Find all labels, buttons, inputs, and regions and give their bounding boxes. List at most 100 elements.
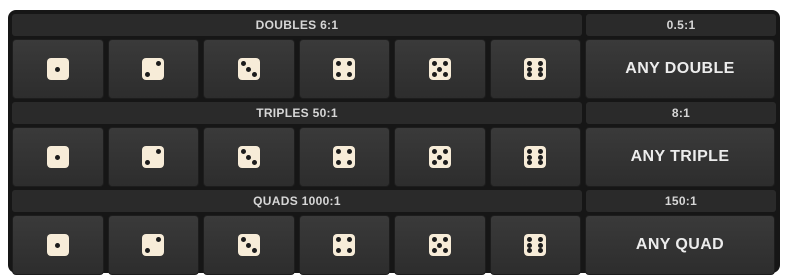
quads-four-bet-button[interactable] bbox=[298, 215, 390, 275]
quads-payout-header: QUADS 1000:1 bbox=[12, 190, 582, 212]
doubles-payout-header: DOUBLES 6:1 bbox=[12, 14, 582, 36]
die-pip bbox=[240, 237, 246, 242]
any-doubles-bet-button[interactable]: ANY DOUBLE bbox=[585, 39, 775, 99]
bet-board: DOUBLES 6:1 0.5:1 ANY DOUBLE TRIPLES 50:1 8:… bbox=[8, 10, 780, 275]
die-pip bbox=[437, 66, 443, 72]
quads-bet-row: ANY QUAD bbox=[12, 215, 776, 275]
die-pip bbox=[538, 160, 544, 165]
die-pip bbox=[527, 248, 533, 253]
die-pip bbox=[437, 154, 443, 160]
die-pip bbox=[527, 72, 533, 77]
any-triples-bet-button[interactable]: ANY TRIPLE bbox=[585, 127, 775, 187]
doubles-section: DOUBLES 6:1 0.5:1 ANY DOUBLE bbox=[12, 14, 776, 102]
die-pip bbox=[240, 61, 246, 66]
quads-three-bet-button[interactable] bbox=[203, 215, 295, 275]
die-two-icon bbox=[142, 234, 165, 256]
die-pip bbox=[336, 72, 342, 77]
die-pip bbox=[55, 242, 61, 248]
die-pip bbox=[336, 61, 342, 66]
doubles-two-bet-button[interactable] bbox=[107, 39, 199, 99]
die-pip bbox=[538, 237, 544, 242]
die-pip bbox=[156, 237, 162, 242]
die-pip bbox=[431, 160, 437, 165]
die-pip bbox=[55, 154, 61, 160]
die-six-icon bbox=[524, 234, 547, 256]
die-pip bbox=[347, 72, 353, 77]
die-pip bbox=[336, 149, 342, 154]
die-pip bbox=[527, 149, 533, 154]
die-pip bbox=[347, 149, 353, 154]
doubles-four-bet-button[interactable] bbox=[298, 39, 390, 99]
die-pip bbox=[527, 61, 533, 66]
die-one-icon bbox=[46, 58, 69, 80]
doubles-six-bet-button[interactable] bbox=[489, 39, 581, 99]
die-pip bbox=[145, 160, 151, 165]
triples-two-bet-button[interactable] bbox=[107, 127, 199, 187]
die-four-icon bbox=[333, 234, 356, 256]
die-pip bbox=[538, 248, 544, 253]
die-pip bbox=[442, 149, 448, 154]
die-pip bbox=[336, 237, 342, 242]
triples-six-bet-button[interactable] bbox=[489, 127, 581, 187]
triples-four-bet-button[interactable] bbox=[298, 127, 390, 187]
die-pip bbox=[347, 61, 353, 66]
any-triples-odds: 8:1 bbox=[586, 102, 776, 124]
die-pip bbox=[538, 72, 544, 77]
triples-bet-row: ANY TRIPLE bbox=[12, 127, 776, 187]
doubles-one-bet-button[interactable] bbox=[12, 39, 104, 99]
triples-three-bet-button[interactable] bbox=[203, 127, 295, 187]
die-pip bbox=[527, 154, 533, 160]
die-pip bbox=[336, 248, 342, 253]
die-two-icon bbox=[142, 146, 165, 168]
die-pip bbox=[527, 242, 533, 248]
die-five-icon bbox=[428, 234, 451, 256]
die-pip bbox=[347, 248, 353, 253]
die-pip bbox=[437, 242, 443, 248]
die-pip bbox=[431, 72, 437, 77]
doubles-bet-row: ANY DOUBLE bbox=[12, 39, 776, 99]
quads-header-row: QUADS 1000:1 150:1 bbox=[12, 190, 776, 212]
die-pip bbox=[347, 160, 353, 165]
quads-two-bet-button[interactable] bbox=[107, 215, 199, 275]
any-doubles-odds: 0.5:1 bbox=[586, 14, 776, 36]
any-quads-bet-button[interactable]: ANY QUAD bbox=[585, 215, 775, 275]
triples-five-bet-button[interactable] bbox=[394, 127, 486, 187]
any-quads-odds: 150:1 bbox=[586, 190, 776, 212]
die-pip bbox=[347, 237, 353, 242]
doubles-three-bet-button[interactable] bbox=[203, 39, 295, 99]
die-pip bbox=[55, 66, 61, 72]
die-pip bbox=[246, 242, 252, 248]
quads-section: QUADS 1000:1 150:1 ANY QUAD bbox=[12, 190, 776, 278]
die-pip bbox=[538, 61, 544, 66]
die-pip bbox=[251, 248, 257, 253]
triples-payout-header: TRIPLES 50:1 bbox=[12, 102, 582, 124]
die-pip bbox=[156, 61, 162, 66]
die-pip bbox=[538, 154, 544, 160]
die-pip bbox=[336, 160, 342, 165]
die-pip bbox=[442, 160, 448, 165]
quads-one-bet-button[interactable] bbox=[12, 215, 104, 275]
die-pip bbox=[246, 66, 252, 72]
die-pip bbox=[538, 149, 544, 154]
doubles-header-row: DOUBLES 6:1 0.5:1 bbox=[12, 14, 776, 36]
die-pip bbox=[538, 66, 544, 72]
die-two-icon bbox=[142, 58, 165, 80]
die-four-icon bbox=[333, 58, 356, 80]
die-pip bbox=[431, 248, 437, 253]
die-pip bbox=[251, 160, 257, 165]
die-pip bbox=[431, 61, 437, 66]
die-pip bbox=[442, 72, 448, 77]
quads-six-bet-button[interactable] bbox=[489, 215, 581, 275]
triples-section: TRIPLES 50:1 8:1 ANY TRIPLE bbox=[12, 102, 776, 190]
doubles-five-bet-button[interactable] bbox=[394, 39, 486, 99]
triples-one-bet-button[interactable] bbox=[12, 127, 104, 187]
quads-five-bet-button[interactable] bbox=[394, 215, 486, 275]
die-pip bbox=[538, 242, 544, 248]
die-pip bbox=[442, 61, 448, 66]
triples-header-row: TRIPLES 50:1 8:1 bbox=[12, 102, 776, 124]
die-six-icon bbox=[524, 58, 547, 80]
die-pip bbox=[442, 248, 448, 253]
die-six-icon bbox=[524, 146, 547, 168]
die-pip bbox=[145, 248, 151, 253]
die-pip bbox=[431, 237, 437, 242]
